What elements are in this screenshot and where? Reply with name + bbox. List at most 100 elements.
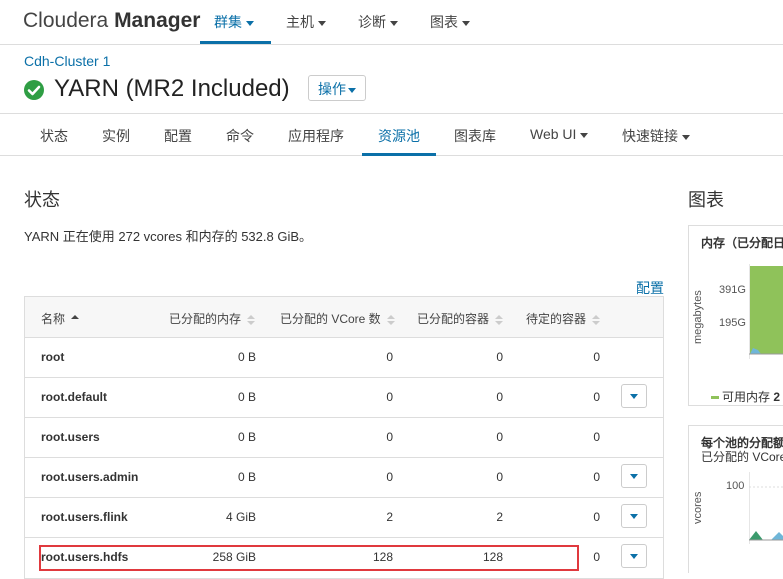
- pool-name: root: [41, 350, 65, 364]
- chevron-down-icon: [580, 132, 589, 138]
- allocated-containers: 0: [496, 390, 503, 404]
- pending-containers: 0: [593, 390, 600, 404]
- col-name-header[interactable]: 名称: [41, 310, 80, 327]
- pending-containers: 0: [593, 430, 600, 444]
- tab-applications[interactable]: 应用程序: [288, 126, 344, 146]
- brand-logo[interactable]: Cloudera Manager: [23, 9, 200, 33]
- status-summary: YARN 正在使用 272 vcores 和内存的 532.8 GiB。: [24, 229, 313, 244]
- vcore-chart-ylabel: vcores: [692, 491, 704, 524]
- col-vcore-header[interactable]: 已分配的 VCore 数: [280, 310, 395, 327]
- allocated-containers: 0: [496, 430, 503, 444]
- actions-dropdown-button[interactable]: 操作: [308, 75, 366, 101]
- col-containers-header[interactable]: 已分配的容器: [417, 310, 504, 327]
- pending-containers: 0: [593, 510, 600, 524]
- tab-web-ui[interactable]: Web UI: [530, 126, 589, 142]
- chevron-down-icon: [246, 20, 254, 26]
- pending-containers: 0: [593, 350, 600, 364]
- sort-icon: [386, 314, 395, 325]
- col-memory-header[interactable]: 已分配的内存: [169, 310, 256, 327]
- tab-commands[interactable]: 命令: [226, 126, 254, 146]
- highlight-box: [39, 545, 579, 571]
- nav-clusters[interactable]: 群集: [214, 12, 254, 32]
- table-header: 名称 已分配的内存 已分配的 VCore 数 已分配的容器 待定的容器: [25, 297, 663, 338]
- chevron-down-icon: [682, 134, 690, 140]
- memory-chart-tick: 391G: [719, 284, 746, 296]
- memory-chart-legend: 可用内存 2: [711, 388, 780, 405]
- vcore-chart-subtitle: 已分配的 VCore: [701, 450, 783, 464]
- nav-charts[interactable]: 图表: [430, 12, 470, 32]
- vcore-chart-card: 每个池的分配额 已分配的 VCore vcores 100: [688, 425, 783, 573]
- chevron-down-icon: [390, 20, 398, 26]
- allocated-vcores: 0: [386, 470, 393, 484]
- memory-chart-tick: 195G: [719, 317, 746, 329]
- chevron-down-icon: [462, 20, 470, 26]
- configure-link[interactable]: 配置: [636, 278, 664, 298]
- allocated-memory: 4 GiB: [225, 510, 256, 524]
- memory-chart-ylabel: megabytes: [692, 290, 704, 344]
- memory-chart-plot: [749, 264, 783, 359]
- allocated-containers: 2: [496, 510, 503, 524]
- table-row: root.default 0 B 0 0 0: [25, 378, 663, 418]
- allocated-vcores: 0: [386, 430, 393, 444]
- tab-instances[interactable]: 实例: [102, 126, 130, 146]
- table-row: root.users 0 B 0 0 0: [25, 418, 663, 458]
- table-row: root.users.admin 0 B 0 0 0: [25, 458, 663, 498]
- pool-name: root.users.flink: [41, 510, 128, 524]
- memory-chart-title: 内存（已分配日: [701, 236, 783, 250]
- allocated-memory: 0 B: [237, 390, 256, 404]
- page-title: YARN (MR2 Included): [54, 75, 290, 102]
- pool-name: root.users.admin: [41, 470, 139, 484]
- memory-chart-card: 内存（已分配日 megabytes 391G 195G 可用内存 2: [688, 225, 783, 406]
- sort-asc-icon: [71, 314, 80, 325]
- chevron-down-icon: [348, 87, 356, 93]
- vcore-series-area: [771, 532, 783, 540]
- tab-active-indicator: [362, 153, 436, 156]
- allocated-vcores: 0: [386, 350, 393, 364]
- col-pending-header[interactable]: 待定的容器: [526, 310, 601, 327]
- legend-swatch: [711, 396, 719, 400]
- tab-configuration[interactable]: 配置: [164, 126, 192, 146]
- charts-heading: 图表: [688, 190, 724, 210]
- sort-icon: [247, 314, 256, 325]
- vcore-chart-tick: 100: [726, 480, 745, 492]
- row-actions-dropdown-button[interactable]: [621, 464, 647, 488]
- tab-resource-pools[interactable]: 资源池: [378, 126, 420, 146]
- allocated-containers: 0: [496, 350, 503, 364]
- tab-quick-links[interactable]: 快速链接: [622, 126, 690, 146]
- resource-pools-table: 名称 已分配的内存 已分配的 VCore 数 已分配的容器 待定的容器 root…: [24, 296, 664, 579]
- chevron-down-icon: [318, 20, 326, 26]
- breadcrumb-cluster-link[interactable]: Cdh-Cluster 1: [24, 53, 110, 69]
- vcore-series-area: [749, 531, 763, 540]
- vcore-chart-plot: [749, 472, 783, 544]
- service-tabs: 状态 实例 配置 命令 应用程序 资源池 图表库 Web UI 快速链接: [0, 113, 783, 156]
- allocated-containers: 0: [496, 470, 503, 484]
- allocated-vcores: 0: [386, 390, 393, 404]
- available-memory-area: [750, 266, 783, 354]
- tab-status[interactable]: 状态: [40, 126, 68, 146]
- sort-icon: [592, 314, 601, 325]
- top-navbar: Cloudera Manager 群集 主机 诊断 图表: [0, 0, 783, 45]
- nav-hosts[interactable]: 主机: [286, 12, 326, 32]
- row-actions-dropdown-button[interactable]: [621, 384, 647, 408]
- pending-containers: 0: [593, 470, 600, 484]
- allocated-memory: 0 B: [237, 350, 256, 364]
- pending-containers: 0: [593, 550, 600, 564]
- row-actions-dropdown-button[interactable]: [621, 504, 647, 528]
- sort-icon: [495, 314, 504, 325]
- brand-bold-text: Manager: [114, 9, 201, 32]
- allocated-vcores: 2: [386, 510, 393, 524]
- row-actions-dropdown-button[interactable]: [621, 544, 647, 568]
- table-body: root 0 B 0 0 0 root.default 0 B 0 0 0 root.users 0 …: [25, 338, 663, 578]
- brand-light-text: Cloudera: [23, 9, 115, 32]
- pool-name: root.default: [41, 390, 107, 404]
- nav-diagnostics[interactable]: 诊断: [358, 12, 398, 32]
- check-circle-icon: [24, 80, 44, 100]
- allocated-memory: 0 B: [237, 470, 256, 484]
- nav-active-indicator: [200, 41, 271, 44]
- table-row: root 0 B 0 0 0: [25, 338, 663, 378]
- tab-chart-library[interactable]: 图表库: [454, 126, 496, 146]
- status-heading: 状态: [24, 190, 60, 210]
- table-row: root.users.flink 4 GiB 2 2 0: [25, 498, 663, 538]
- pool-name: root.users: [41, 430, 100, 444]
- allocated-memory: 0 B: [237, 430, 256, 444]
